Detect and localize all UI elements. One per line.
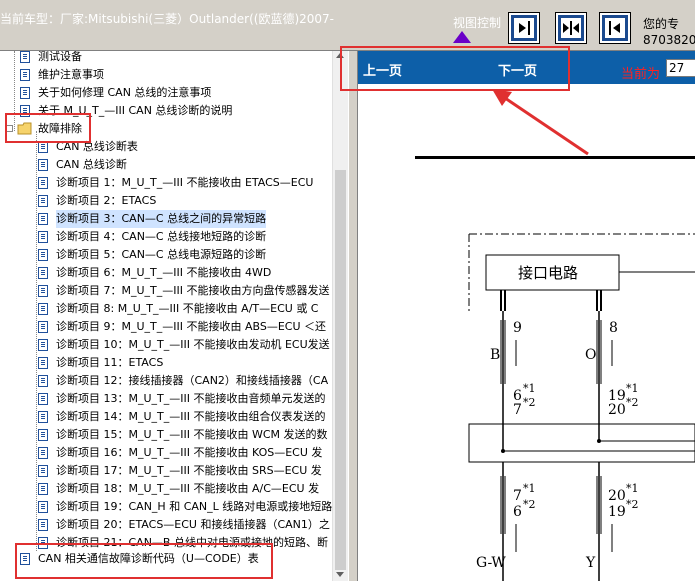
tree-item-label: 诊断项目 16：M_U_T_—III 不能接收由 KOS—ECU 发 bbox=[56, 446, 323, 459]
document-icon bbox=[38, 465, 48, 477]
conn-lower-right-2: 19 bbox=[608, 504, 626, 520]
conn-upper-right-2: 20 bbox=[608, 402, 626, 418]
tree-item-label: 诊断项目 5：CAN—C 总线电源短路的诊断 bbox=[56, 248, 267, 261]
document-icon bbox=[38, 177, 48, 189]
interface-circuit-label: 接口电路 bbox=[518, 264, 578, 282]
document-icon bbox=[38, 195, 48, 207]
pane-splitter[interactable] bbox=[348, 51, 358, 581]
document-icon bbox=[38, 411, 48, 423]
tree-item-label: 诊断项目 20：ETACS—ECU 和接线插接器（CAN1）之 bbox=[56, 518, 330, 531]
document-icon bbox=[38, 303, 48, 315]
document-icon bbox=[38, 357, 48, 369]
document-icon bbox=[38, 267, 48, 279]
document-icon bbox=[38, 393, 48, 405]
document-icon bbox=[38, 501, 48, 513]
top-bar: 当前车型：厂家:Mitsubishi(三菱）Outlander((欧蓝德)200… bbox=[0, 0, 695, 51]
tree-item-label: 诊断项目 2：ETACS bbox=[56, 194, 157, 207]
conn-upper-left-2: 7 bbox=[513, 402, 522, 418]
collapse-left-button[interactable] bbox=[599, 12, 631, 44]
tree-item-label: 诊断项目 15：M_U_T_—III 不能接收由 WCM 发送的数 bbox=[56, 428, 328, 441]
pin-right: 8 bbox=[609, 320, 618, 336]
split-view-icon bbox=[561, 18, 581, 38]
tree-scrollbar[interactable] bbox=[332, 51, 348, 581]
expand-right-icon bbox=[514, 18, 534, 38]
contact-line-1: 您的专 bbox=[643, 17, 680, 31]
tree-item-label: 诊断项目 12：接线插接器（CAN2）和接线插接器（CA bbox=[56, 374, 329, 387]
highlight-fault-folder bbox=[5, 113, 91, 143]
mark-1: *1 bbox=[523, 482, 536, 495]
tree-item-label: 维护注意事项 bbox=[38, 68, 104, 81]
arrows-lower bbox=[515, 524, 613, 552]
current-page-label: 当前为 bbox=[621, 67, 661, 82]
document-icon bbox=[20, 87, 30, 99]
tree-item-label: CAN 总线诊断 bbox=[56, 158, 127, 171]
tree-item-label: 诊断项目 3：CAN—C 总线之间的异常短路 bbox=[56, 210, 267, 228]
tree-item-label: 关于如何修理 CAN 总线的注意事项 bbox=[38, 86, 212, 99]
pin-left: 9 bbox=[513, 320, 522, 336]
document-icon bbox=[38, 429, 48, 441]
mark-2: *2 bbox=[523, 498, 536, 511]
mark-1: *1 bbox=[626, 382, 639, 395]
scroll-down-icon[interactable] bbox=[336, 572, 344, 577]
scrollbar-thumb[interactable] bbox=[335, 170, 346, 570]
tree-item-label: 诊断项目 8: M_U_T_—III 不能接收由 A/T—ECU 或 C bbox=[56, 302, 319, 315]
tree-item-label: 诊断项目 18：M_U_T_—III 不能接收由 A/C—ECU 发 bbox=[56, 482, 320, 495]
conn-lower-left-1: 7 bbox=[513, 488, 522, 504]
document-icon bbox=[38, 447, 48, 459]
highlight-page-nav bbox=[340, 46, 570, 91]
current-vehicle-title: 当前车型：厂家:Mitsubishi(三菱）Outlander((欧蓝德)200… bbox=[0, 12, 335, 26]
document-icon bbox=[38, 159, 48, 171]
view-control-flag-icon bbox=[453, 31, 471, 43]
document-icon bbox=[38, 519, 48, 531]
tree-item-label: 诊断项目 17：M_U_T_—III 不能接收由 SRS—ECU 发 bbox=[56, 464, 322, 477]
mark-1: *1 bbox=[523, 382, 536, 395]
document-icon bbox=[38, 339, 48, 351]
mark-2: *2 bbox=[626, 498, 639, 511]
mark-2: *2 bbox=[626, 396, 639, 409]
document-icon bbox=[38, 249, 48, 261]
document-icon bbox=[20, 69, 30, 81]
document-icon bbox=[38, 231, 48, 243]
split-view-button[interactable] bbox=[555, 12, 587, 44]
tree-guide-line bbox=[36, 131, 37, 551]
document-icon bbox=[38, 213, 48, 225]
tree-item-label: 诊断项目 10：M_U_T_—III 不能接收由发动机 ECU发送 bbox=[56, 338, 330, 351]
tree-item-label: 诊断项目 4：CAN—C 总线接地短路的诊断 bbox=[56, 230, 267, 243]
document-icon bbox=[38, 285, 48, 297]
conn-lower-left-2: 6 bbox=[513, 504, 522, 520]
mark-1: *1 bbox=[626, 482, 639, 495]
tree-item-label: 诊断项目 11：ETACS bbox=[56, 356, 164, 369]
wire-color-right: O bbox=[585, 347, 596, 363]
tree-item-label: 诊断项目 6：M_U_T_—III 不能接收由 4WD bbox=[56, 266, 272, 279]
wire-pair-top bbox=[500, 290, 602, 311]
wire-color-left: B bbox=[490, 347, 500, 363]
mark-2: *2 bbox=[523, 396, 536, 409]
current-page-input[interactable] bbox=[666, 59, 695, 77]
document-icon bbox=[38, 375, 48, 387]
conn-lower-right-1: 20 bbox=[608, 488, 626, 504]
expand-right-button[interactable] bbox=[508, 12, 540, 44]
tree-item-label: 诊断项目 14：M_U_T_—III 不能接收由组合仪表发送的 bbox=[56, 410, 326, 423]
tree-item-label: 测试设备 bbox=[38, 51, 82, 63]
document-icon bbox=[20, 51, 30, 63]
tree-item-label: 诊断项目 1：M_U_T_—III 不能接收由 ETACS—ECU bbox=[56, 176, 314, 189]
wire-color-bottom-left: G-W bbox=[476, 555, 506, 571]
contact-info: 您的专 8703820 bbox=[643, 16, 695, 48]
view-control-label: 视图控制 bbox=[453, 16, 502, 30]
collapse-left-icon bbox=[605, 18, 625, 38]
highlight-ucode-item bbox=[15, 543, 273, 579]
document-icon bbox=[38, 321, 48, 333]
contact-line-2: 8703820 bbox=[643, 33, 695, 47]
tree-item-label: 诊断项目 9：M_U_T_—III 不能接收由 ABS—ECU ＜还 bbox=[56, 320, 327, 333]
tree-item-label: 诊断项目 7：M_U_T_—III 不能接收由方向盘传感器发送 bbox=[56, 284, 330, 297]
wire-color-bottom-right: Y bbox=[585, 555, 596, 571]
annotation-arrow bbox=[492, 89, 589, 156]
arrows-upper bbox=[515, 340, 613, 366]
tree-item-label: 诊断项目 13：M_U_T_—III 不能接收由音频单元发送的 bbox=[56, 392, 326, 405]
tree-item-label: 诊断项目 19：CAN_H 和 CAN_L 线路对电源或接地短路 bbox=[56, 500, 333, 513]
document-icon bbox=[38, 483, 48, 495]
